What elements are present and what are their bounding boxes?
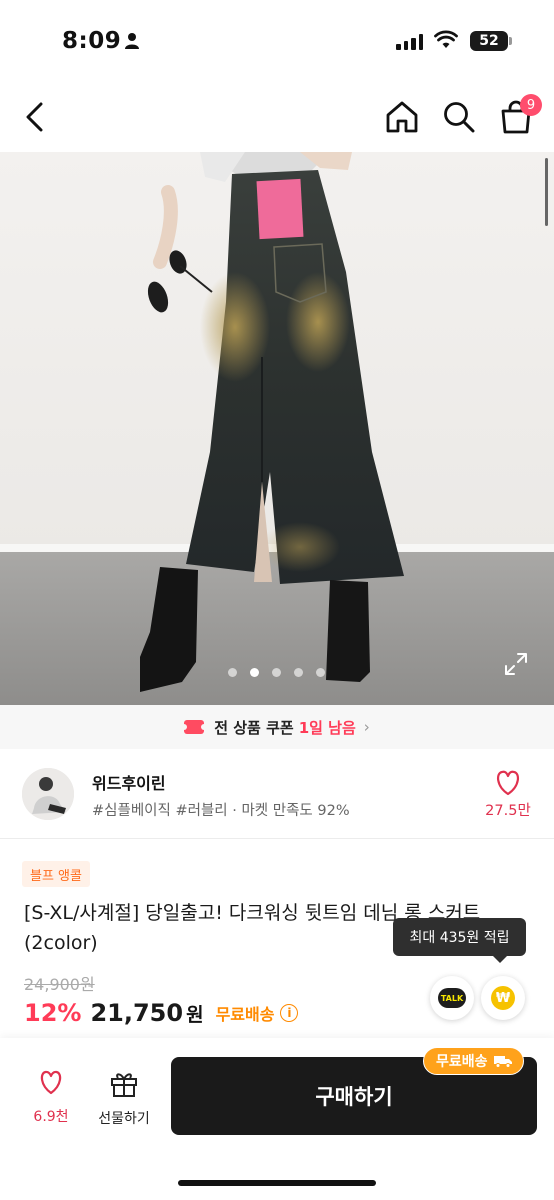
heart-icon[interactable]	[488, 769, 528, 797]
top-nav: 9	[0, 82, 554, 152]
gift-icon	[111, 1073, 137, 1097]
status-time: 8:09	[62, 28, 122, 54]
back-icon[interactable]	[20, 98, 52, 136]
product-image-gallery[interactable]	[0, 152, 554, 705]
currency-unit: 원	[186, 1003, 204, 1026]
shop-info[interactable]: 위드후이린 #심플베이직 #러블리 · 마켓 만족도 92% 27.5만	[0, 749, 554, 838]
price-row: 12% 21,750 원 무료배송 i	[24, 997, 299, 1029]
reward-tooltip: 최대 435원 적립	[393, 918, 526, 963]
expand-icon[interactable]	[504, 652, 528, 676]
info-icon[interactable]: i	[280, 1004, 299, 1022]
shop-tags: #심플베이직 #러블리 · 마켓 만족도 92%	[92, 803, 350, 819]
original-price: 24,900원	[24, 975, 95, 994]
pagination-dot[interactable]	[293, 668, 303, 677]
pagination-dot[interactable]	[227, 668, 237, 677]
pagination-dot-active[interactable]	[249, 668, 259, 677]
won-coin-icon: ₩	[491, 986, 515, 1010]
person-icon	[125, 33, 139, 49]
shop-name[interactable]: 위드후이린	[92, 770, 166, 794]
scrollbar[interactable]	[545, 158, 548, 226]
coupon-text: 전 상품 쿠폰	[214, 718, 294, 737]
free-shipping-label: 무료배송	[215, 1005, 275, 1024]
wish-count: 6.9천	[33, 1109, 69, 1125]
free-shipping-chip: 무료배송	[423, 1047, 524, 1075]
cart-badge: 9	[520, 94, 542, 116]
divider	[0, 838, 554, 839]
home-icon[interactable]	[382, 98, 422, 136]
signal-icon	[396, 34, 423, 50]
free-shipping-chip-label: 무료배송	[436, 1054, 488, 1070]
discount-rate: 12%	[24, 999, 82, 1027]
wish-button[interactable]: 6.9천	[26, 1070, 76, 1126]
heart-icon	[40, 1070, 62, 1095]
promo-badge: 블프 앵콜	[22, 861, 90, 887]
coupon-remaining: 1일 남음	[298, 718, 356, 737]
bottom-action-bar: 6.9천 선물하기 구매하기 무료배송	[0, 1038, 554, 1200]
pagination-dot[interactable]	[271, 668, 281, 677]
sale-price: 21,750	[90, 999, 184, 1027]
point-button[interactable]: ₩	[481, 976, 525, 1020]
gallery-pagination	[0, 668, 554, 677]
product-photo	[0, 152, 554, 705]
coupon-icon	[181, 720, 208, 734]
gift-button[interactable]: 선물하기	[92, 1070, 156, 1128]
gift-label: 선물하기	[98, 1111, 150, 1127]
pagination-dot[interactable]	[315, 668, 325, 677]
shop-like-count: 27.5만	[485, 803, 531, 819]
shop-avatar[interactable]	[22, 768, 74, 820]
status-bar: 8:09 52	[0, 0, 554, 82]
battery-icon: 52	[470, 31, 512, 51]
home-indicator	[178, 1180, 376, 1186]
chevron-right-icon: ›	[363, 718, 370, 736]
kakao-talk-icon: TALK	[438, 988, 466, 1008]
wifi-icon	[434, 30, 458, 48]
search-icon[interactable]	[440, 98, 478, 136]
truck-icon	[493, 1056, 512, 1068]
coupon-banner[interactable]: 전 상품 쿠폰 1일 남음 ›	[0, 705, 554, 749]
talk-button[interactable]: TALK	[430, 976, 474, 1020]
